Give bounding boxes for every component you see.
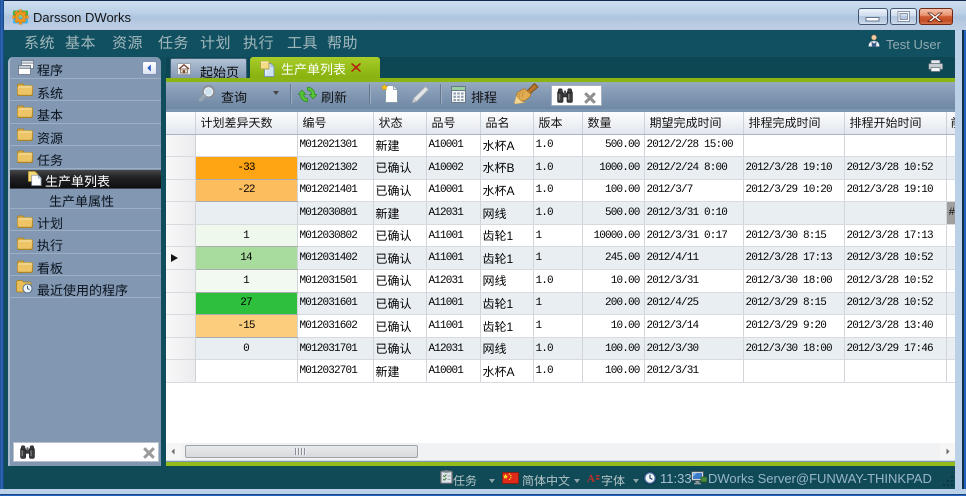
svg-text:A: A — [587, 473, 595, 484]
